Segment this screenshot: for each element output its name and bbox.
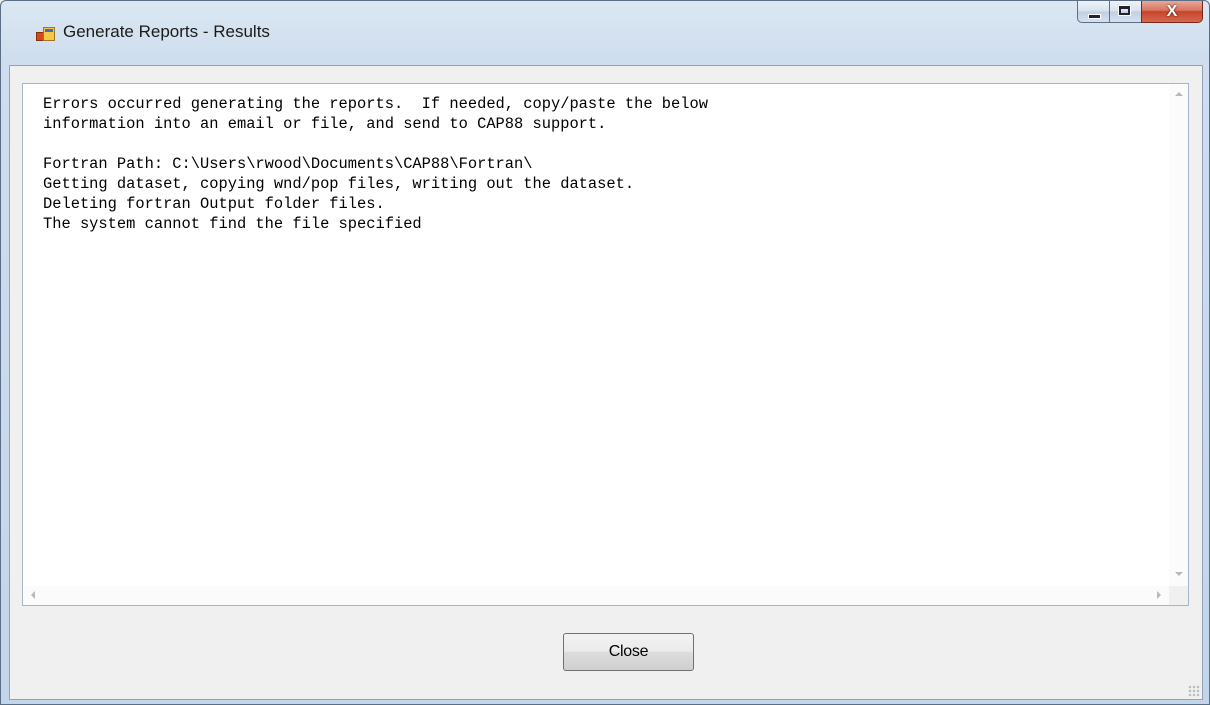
results-text[interactable]: Errors occurred generating the reports. …	[23, 84, 1169, 586]
text-line: Fortran Path: C:\Users\rwood\Documents\C…	[43, 155, 533, 173]
text-line: Deleting fortran Output folder files.	[43, 195, 385, 213]
text-line	[43, 134, 1169, 154]
minimize-button[interactable]	[1077, 1, 1109, 23]
text-line: Getting dataset, copying wnd/pop files, …	[43, 175, 635, 193]
close-icon: X	[1166, 3, 1178, 20]
scroll-up-arrow-icon[interactable]	[1175, 92, 1183, 96]
scrollbar-corner	[1169, 586, 1188, 605]
text-line: The system cannot find the file specifie…	[43, 215, 422, 233]
title-bar[interactable]: Generate Reports - Results X	[1, 1, 1209, 65]
text-line: Errors occurred generating the reports. …	[43, 95, 708, 113]
scroll-left-arrow-icon[interactable]	[31, 591, 35, 599]
window-title: Generate Reports - Results	[63, 22, 270, 41]
close-button[interactable]: Close	[563, 633, 694, 671]
minimize-icon	[1088, 14, 1101, 19]
maximize-button[interactable]	[1109, 1, 1141, 23]
resize-grip-icon[interactable]	[1188, 685, 1200, 697]
text-line: information into an email or file, and s…	[43, 115, 607, 133]
caption-buttons: X	[1077, 1, 1203, 41]
close-window-button[interactable]: X	[1141, 1, 1203, 23]
scroll-down-arrow-icon[interactable]	[1175, 572, 1183, 576]
application-icon[interactable]	[36, 26, 55, 42]
scroll-right-arrow-icon[interactable]	[1157, 591, 1161, 599]
horizontal-scrollbar[interactable]	[23, 586, 1169, 605]
results-window: Generate Reports - Results X Errors occu…	[0, 0, 1210, 705]
vertical-scrollbar[interactable]	[1169, 84, 1188, 586]
client-area: Errors occurred generating the reports. …	[9, 65, 1203, 700]
results-textbox[interactable]: Errors occurred generating the reports. …	[22, 83, 1189, 606]
maximize-icon	[1118, 5, 1131, 16]
